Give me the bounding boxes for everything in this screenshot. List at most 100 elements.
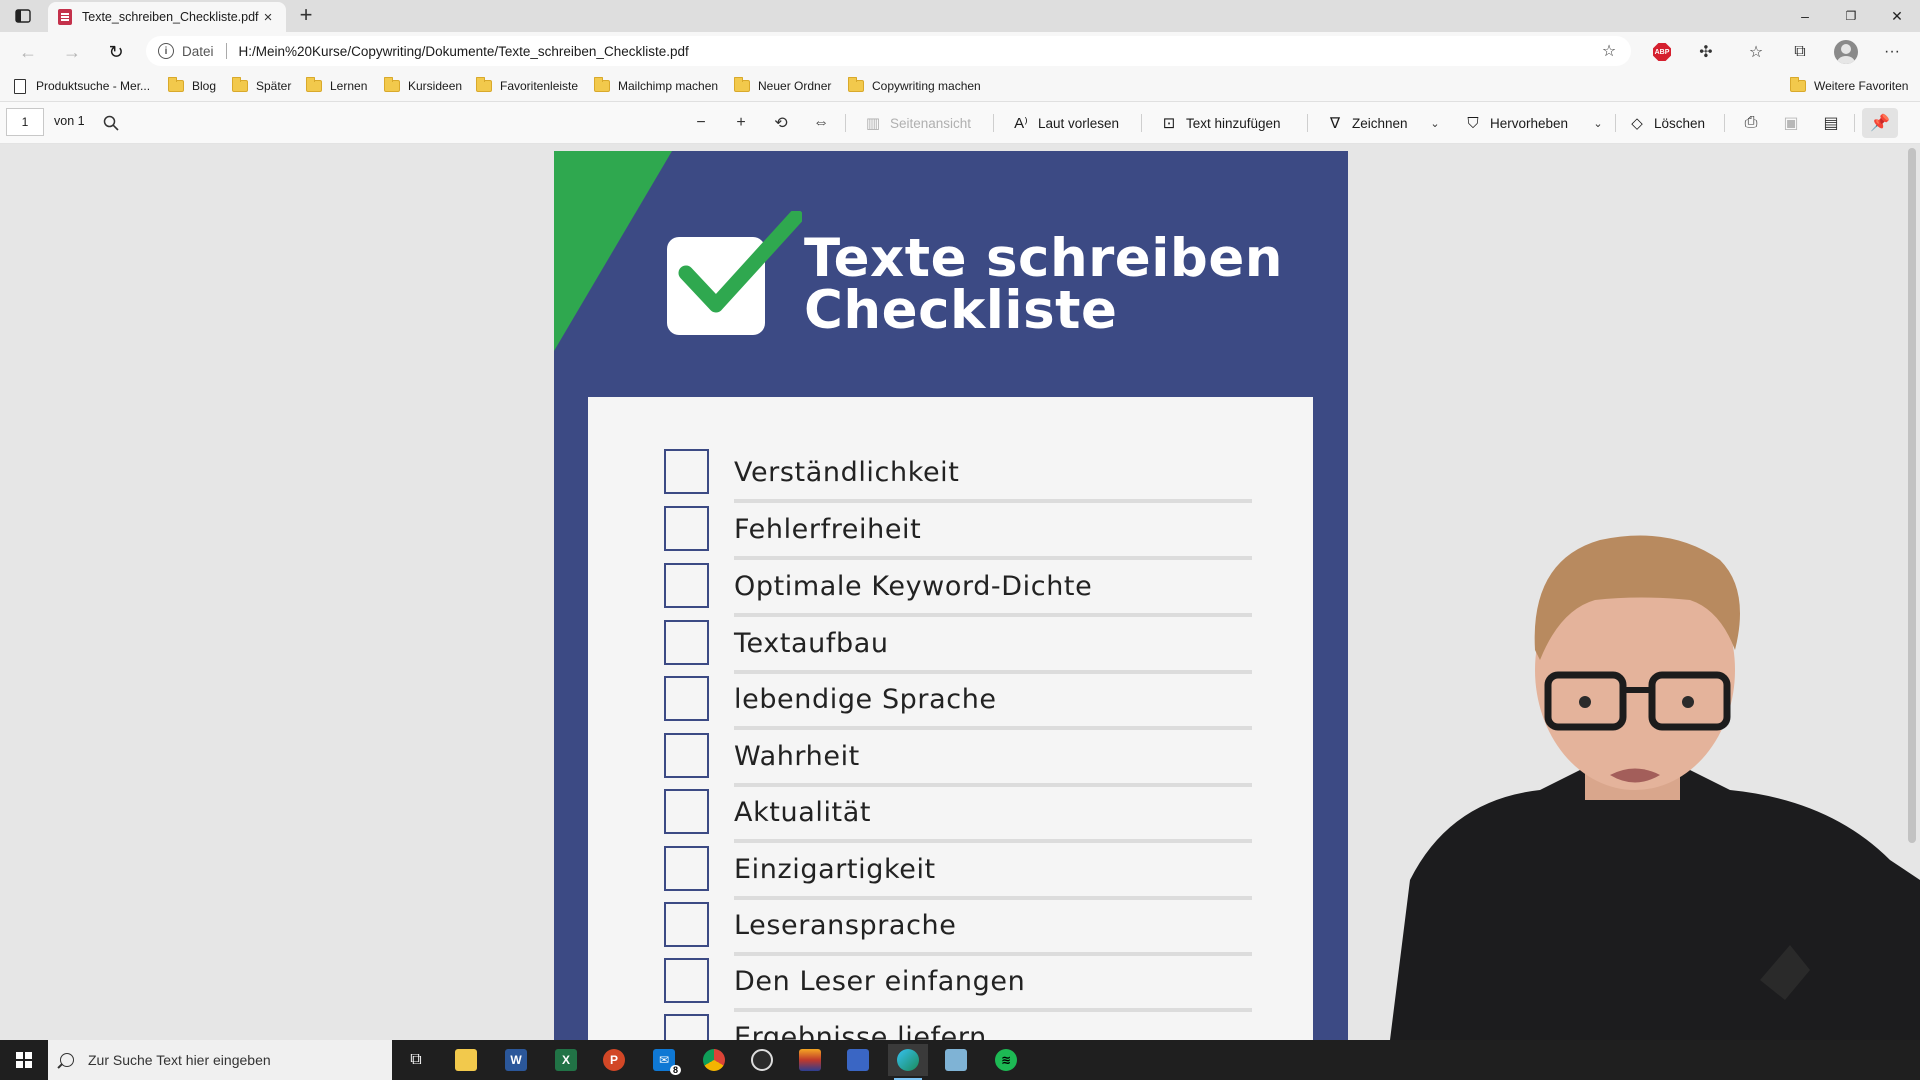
draw-options-dropdown[interactable]: ⌄ [1424,112,1446,134]
highlight-options-dropdown[interactable]: ⌄ [1587,112,1609,134]
toolbar-divider [1724,114,1725,132]
find-button[interactable] [100,112,122,134]
underline-divider [734,556,1252,560]
file-explorer-button[interactable] [446,1044,486,1076]
checklist-item: Fehlerfreiheit [664,506,1252,562]
puzzle-icon: ✣ [1699,44,1713,61]
rotate-button[interactable]: ⟲ [770,112,792,134]
back-button[interactable]: ← [14,38,42,66]
other-favorites[interactable]: Weitere Favoriten [1790,76,1908,96]
taskbar-search[interactable]: Zur Suche Text hier eingeben [48,1040,392,1080]
add-favorite-icon[interactable]: ☆ [1599,41,1619,61]
pin-toolbar-button[interactable]: 📌 [1862,108,1898,138]
add-text-button[interactable]: ⊡ Text hinzufügen [1160,110,1281,136]
mail-button[interactable]: ✉ 8 [644,1044,684,1076]
tab-actions-button[interactable] [8,4,38,28]
obs-button[interactable] [742,1044,782,1076]
checklist-label: Aktualität [734,797,872,828]
zoom-in-button[interactable]: + [730,112,752,134]
word-icon: W [505,1049,527,1071]
reload-button[interactable]: ↻ [102,38,130,66]
checkbox [664,958,709,1003]
zoom-out-button[interactable]: − [690,112,712,134]
print-button[interactable]: ⎙ [1740,112,1762,134]
erase-button[interactable]: ◇ Löschen [1628,110,1705,136]
minimize-button[interactable]: – [1782,0,1828,32]
collections-button[interactable]: ⧉ [1788,40,1812,64]
highlight-button[interactable]: ⛉ Hervorheben [1464,110,1568,136]
favorites-button[interactable]: ☆ [1744,40,1768,64]
close-window-button[interactable]: ✕ [1874,0,1920,32]
app-button[interactable] [790,1044,830,1076]
favorite-item[interactable]: Neuer Ordner [734,76,831,96]
favorites-bar: Produktsuche - Mer... Blog Später Lernen… [0,70,1920,102]
new-tab-button[interactable]: + [294,4,318,28]
checklist-label: Optimale Keyword-Dichte [734,571,1093,602]
active-tab[interactable]: Texte_schreiben_Checkliste.pdf × [48,2,286,32]
settings-more-button[interactable]: ··· [1880,40,1904,64]
page-view-button[interactable]: ▥ Seitenansicht [864,110,971,136]
checklist-label: Leseransprache [734,910,957,941]
favorite-label: Favoritenleiste [500,79,579,93]
edge-button[interactable] [888,1044,928,1080]
favorite-item[interactable]: Produktsuche - Mer... [14,76,150,96]
toolbar-divider [1307,114,1308,132]
folder-icon [734,77,750,92]
forward-button[interactable]: → [58,38,86,66]
favorite-item[interactable]: Kursideen [384,76,462,96]
powerpoint-icon: P [603,1049,625,1071]
chrome-button[interactable] [694,1044,734,1076]
word-button[interactable]: W [496,1044,536,1076]
favorite-label: Lernen [330,79,368,93]
favorite-item[interactable]: Lernen [306,76,367,96]
profile-button[interactable] [1834,40,1858,64]
fit-page-button[interactable]: ⇔ [810,112,832,134]
pdf-file-icon [58,9,72,25]
read-aloud-button[interactable]: A⁾ Laut vorlesen [1012,110,1119,136]
checklist-item: Textaufbau [664,620,1252,676]
favorite-item[interactable]: Favoritenleiste [476,76,578,96]
page-number-input[interactable]: 1 [6,108,44,136]
favorite-item[interactable]: Blog [168,76,216,96]
underline-divider [734,839,1252,843]
info-icon[interactable]: i [158,43,174,59]
save-as-button[interactable]: ▤ [1820,112,1842,134]
page-view-icon: ▥ [865,115,881,132]
favorite-label: Später [256,79,292,93]
excel-button[interactable]: X [546,1044,586,1076]
rotate-icon: ⟲ [774,115,788,132]
avatar [1834,40,1858,64]
save-button[interactable]: ▣ [1780,112,1802,134]
checkbox [664,902,709,947]
favorite-item[interactable]: Copywriting machen [848,76,981,96]
address-url[interactable]: H:/Mein%20Kurse/Copywriting/Dokumente/Te… [239,44,1599,59]
checklist-label: Ergebnisse liefern [734,1022,987,1040]
erase-label: Löschen [1654,115,1706,131]
spotify-button[interactable]: ≋ [986,1044,1026,1076]
tab-close-icon[interactable]: × [260,9,276,26]
adblock-extension-button[interactable]: ABP [1650,40,1674,64]
favorite-label: Kursideen [408,79,463,93]
restore-button[interactable]: ❐ [1828,0,1874,32]
app-button[interactable] [838,1044,878,1076]
checklist-item: Optimale Keyword-Dichte [664,563,1252,619]
plus-icon: + [736,114,746,131]
favorite-item[interactable]: Mailchimp machen [594,76,718,96]
address-bar[interactable]: i Datei H:/Mein%20Kurse/Copywriting/Doku… [146,36,1631,66]
checklist-label: Fehlerfreiheit [734,514,922,545]
extensions-button[interactable]: ✣ [1694,40,1718,64]
draw-button[interactable]: ∇ Zeichnen [1326,110,1408,136]
checkbox [664,846,709,891]
favorite-item[interactable]: Später [232,76,291,96]
checklist-item: Ergebnisse liefern [664,1014,1192,1040]
powerpoint-button[interactable]: P [594,1044,634,1076]
notepad-button[interactable] [936,1044,976,1076]
checklist-item: Verständlichkeit [664,449,1252,505]
add-text-label: Text hinzufügen [1186,115,1281,131]
task-view-button[interactable]: ⧉ [396,1044,436,1076]
folder-icon [306,77,322,92]
app-icon [799,1049,821,1071]
start-button[interactable] [0,1040,48,1080]
checklist-card: Verständlichkeit Fehlerfreiheit Optimale… [588,397,1313,1040]
fit-width-icon: ⇔ [813,114,829,131]
